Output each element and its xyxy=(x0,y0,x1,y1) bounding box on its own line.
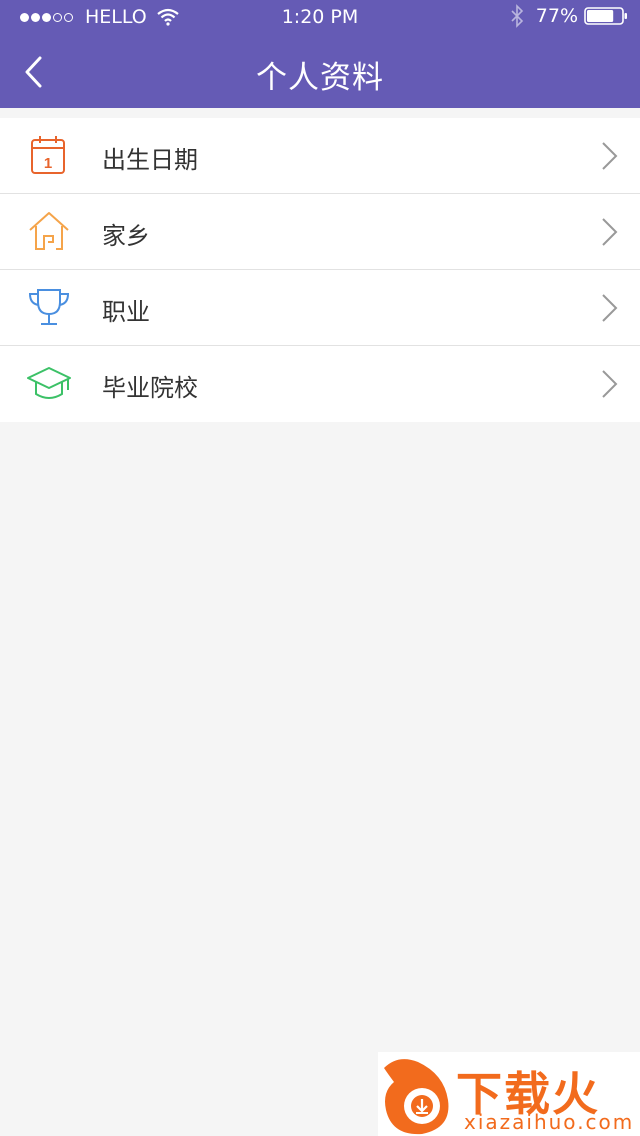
calendar-icon: 1 xyxy=(31,136,65,174)
list-item-occupation[interactable]: 职业 xyxy=(0,270,640,346)
navigation-bar: 个人资料 xyxy=(0,34,640,108)
list-item-label: 家乡 xyxy=(102,222,150,250)
trophy-icon xyxy=(28,289,70,325)
status-bar: HELLO 1:20 PM 77% xyxy=(0,0,640,34)
battery-percentage: 77% xyxy=(535,5,578,27)
chevron-right-icon xyxy=(602,218,618,246)
flame-logo-icon xyxy=(384,1059,449,1135)
list-item-label: 职业 xyxy=(102,298,150,326)
house-icon xyxy=(29,212,69,250)
app-header: HELLO 1:20 PM 77% 个人资料 xyxy=(0,0,640,108)
list-item-birthday[interactable]: 1 出生日期 xyxy=(0,118,640,194)
watermark-url: xiazaihuo.com xyxy=(464,1110,635,1134)
list-item-label: 出生日期 xyxy=(102,146,198,174)
watermark: 下载火 xiazaihuo.com xyxy=(378,1052,640,1136)
calendar-day-number: 1 xyxy=(44,155,52,172)
list-item-school[interactable]: 毕业院校 xyxy=(0,346,640,422)
status-bar-right: 77% xyxy=(510,4,628,28)
chevron-right-icon xyxy=(602,142,618,170)
list-item-label: 毕业院校 xyxy=(102,374,198,402)
chevron-right-icon xyxy=(602,294,618,322)
battery-icon xyxy=(584,7,627,25)
chevron-right-icon xyxy=(602,370,618,398)
list-item-hometown[interactable]: 家乡 xyxy=(0,194,640,270)
profile-list: 1 出生日期 家乡 职业 毕业院校 xyxy=(0,118,640,422)
bluetooth-icon xyxy=(511,4,523,28)
page-title: 个人资料 xyxy=(256,60,384,96)
graduation-cap-icon xyxy=(27,367,71,399)
